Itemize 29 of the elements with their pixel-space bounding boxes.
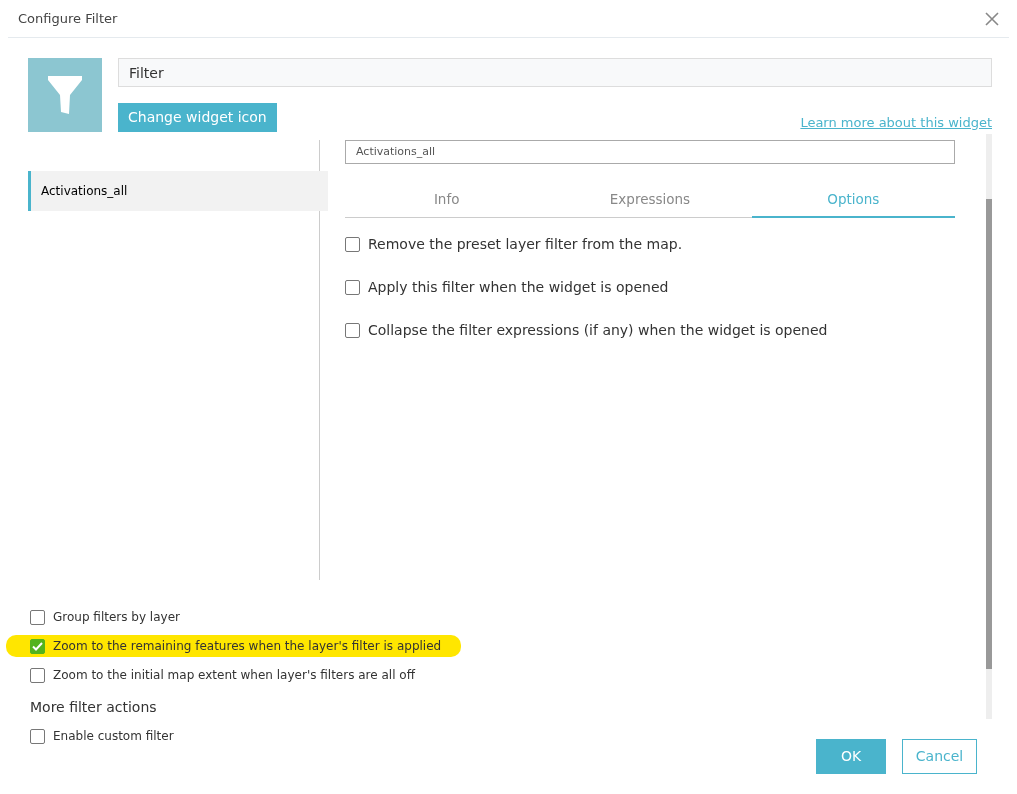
section-heading: More filter actions [30, 698, 158, 717]
option-label: Zoom to the initial map extent when layer's filters are all off [53, 667, 415, 684]
checkbox[interactable] [30, 728, 45, 744]
ok-button[interactable]: OK [816, 739, 886, 774]
widget-name-field[interactable]: Filter [118, 58, 992, 87]
option-label: Remove the preset layer filter from the map. [368, 235, 683, 254]
change-icon-button[interactable]: Change widget icon [118, 103, 277, 132]
checkbox[interactable] [345, 323, 360, 338]
option-label: Group filters by layer [53, 609, 180, 626]
tab[interactable]: Info [345, 182, 549, 218]
cancel-button[interactable]: Cancel [902, 739, 977, 774]
checkbox[interactable] [345, 280, 360, 295]
option-label: Apply this filter when the widget is opened [368, 278, 669, 297]
close-icon[interactable] [985, 11, 999, 26]
checkbox[interactable] [30, 609, 45, 625]
tab[interactable]: Expressions [548, 182, 752, 218]
checkbox[interactable] [30, 667, 45, 683]
layer-dropdown[interactable]: Activations_all [345, 140, 955, 164]
option-label: Enable custom filter [53, 728, 174, 745]
scrollbar[interactable] [986, 134, 992, 719]
learn-more-link[interactable]: Learn more about this widget [800, 112, 992, 132]
tab[interactable]: Options [751, 182, 955, 218]
checkbox[interactable] [345, 237, 360, 252]
option-label: Collapse the filter expressions (if any) when the widget is opened [368, 321, 828, 340]
dialog-title: Configure Filter [18, 9, 118, 28]
funnel-icon [47, 75, 83, 115]
layer-list-item[interactable]: Activations_all [28, 171, 328, 211]
checkbox[interactable] [30, 638, 45, 654]
option-label: Zoom to the remaining features when the layer's filter is applied [53, 638, 442, 655]
